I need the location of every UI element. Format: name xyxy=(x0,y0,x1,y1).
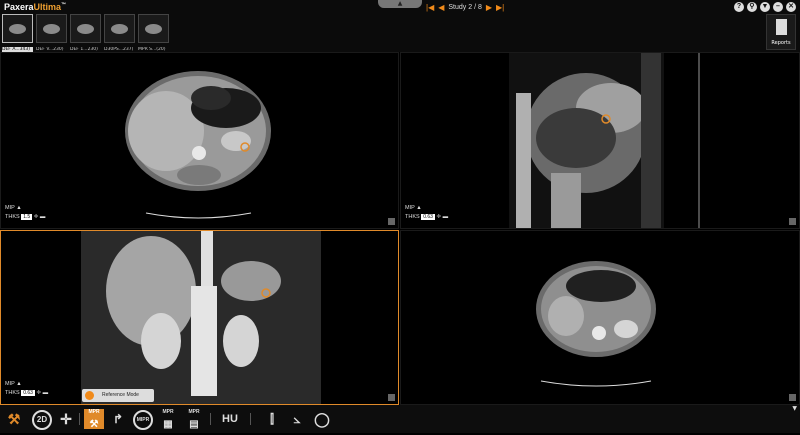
series-thumb[interactable]: DEF A...343) xyxy=(2,14,33,52)
mipr-button[interactable]: MIPR xyxy=(133,410,153,430)
toolbar-divider xyxy=(79,413,80,425)
crosshair-tool-icon[interactable]: ✛ xyxy=(56,409,76,429)
thumb-image xyxy=(70,14,101,43)
warning-icon: ▲ xyxy=(416,205,422,211)
next-study-button[interactable]: ▶ xyxy=(486,3,492,12)
angle-tool-icon[interactable]: ⦣ xyxy=(287,409,307,429)
coronal-ct-image xyxy=(81,231,321,404)
collapse-handle[interactable]: ▲ xyxy=(378,0,422,8)
viewport-sagittal[interactable]: MIP ▲ THKS 0.63 ✛ ▬ xyxy=(400,52,800,229)
mpr-label: MPR xyxy=(162,409,174,415)
curved-mpr-icon[interactable]: ↱ xyxy=(108,409,128,429)
crosshair-icon[interactable]: ✛ xyxy=(36,390,41,396)
search-icon[interactable]: ⚲ xyxy=(747,2,757,12)
study-counter: Study 2 / 8 xyxy=(448,4,482,11)
prev-study-button[interactable]: ◀ xyxy=(438,3,444,12)
top-bar: PaxeraUltima™ ▲ |◀ ◀ Study 2 / 8 ▶ ▶| ? … xyxy=(0,0,800,52)
reports-label: Reports xyxy=(771,40,791,46)
reports-button[interactable]: Reports xyxy=(766,14,796,50)
series-thumb[interactable]: DEF V...230) xyxy=(36,14,67,52)
viewport-menu-button[interactable] xyxy=(388,394,395,401)
thickness-label: THKS xyxy=(5,214,20,220)
mpr-label: MPR xyxy=(188,409,200,415)
thickness-value[interactable]: 0.63 xyxy=(421,214,435,220)
window-controls: ? ⚲ ▼ – ✕ xyxy=(734,2,796,12)
reference-mode-icon xyxy=(85,391,94,400)
study-navigator: |◀ ◀ Study 2 / 8 ▶ ▶| xyxy=(426,2,504,13)
viewport-menu-button[interactable] xyxy=(388,218,395,225)
mode-label: MIP xyxy=(5,381,15,387)
series-thumb[interactable]: MPR S...(20) xyxy=(138,14,169,52)
help-icon[interactable]: ? xyxy=(734,2,744,12)
thumb-image xyxy=(36,14,67,43)
sagittal-ct-image xyxy=(509,53,700,228)
viewport-overlay: MIP ▲ THKS 1.5 ✛ ▬ xyxy=(5,204,45,222)
logo-text-b: Ultima xyxy=(33,2,62,12)
warning-icon: ▲ xyxy=(16,381,22,387)
mode-label: MIP xyxy=(5,205,15,211)
thickness-value[interactable]: 0.63 xyxy=(21,390,35,396)
minus-icon[interactable]: ▬ xyxy=(43,390,49,396)
mode-label: MIP xyxy=(405,205,415,211)
mpr-oblique-button[interactable]: MPR ▤ xyxy=(184,409,204,430)
thickness-label: THKS xyxy=(5,390,20,396)
thickness-label: THKS xyxy=(405,214,420,220)
circle-roi-icon[interactable]: ◯ xyxy=(312,409,332,429)
settings-icon[interactable]: ▼ xyxy=(760,2,770,12)
measure-tool-icon[interactable]: ⫿ xyxy=(262,409,282,429)
thumb-image xyxy=(2,14,33,43)
bottom-toolbar: ⚒ 2D ✛ MPR ⚒ ↱ MIPR MPR ▦ MPR ▤ HU ⫿ ⦣ ◯ xyxy=(0,405,800,433)
series-thumb[interactable]: D30PS...237) xyxy=(104,14,135,52)
reference-mode-tooltip: Reference Mode xyxy=(82,389,154,402)
viewport-menu-button[interactable] xyxy=(789,394,796,401)
viewport-axial[interactable]: MIP ▲ THKS 1.5 ✛ ▬ xyxy=(0,52,399,229)
toolbar-divider xyxy=(210,413,211,425)
logo-text-a: Paxera xyxy=(4,2,34,12)
axial-lower-ct-image xyxy=(536,261,656,387)
report-document-icon xyxy=(776,19,787,35)
crosshair-icon[interactable]: ✛ xyxy=(436,214,441,220)
app-logo: PaxeraUltima™ xyxy=(4,2,66,12)
series-thumb[interactable]: DEF 1...230) xyxy=(70,14,101,52)
viewport-overlay: MIP ▲ THKS 0.63 ✛ ▬ xyxy=(5,380,48,398)
mpr-label: MPR xyxy=(88,409,100,415)
thickness-value[interactable]: 1.5 xyxy=(21,214,33,220)
thumb-image xyxy=(104,14,135,43)
viewport-menu-button[interactable] xyxy=(789,218,796,225)
minus-icon[interactable]: ▬ xyxy=(443,214,449,220)
series-thumbnails: DEF A...343) DEF V...230) DEF 1...230) D… xyxy=(2,14,169,52)
viewport-coronal[interactable]: MIP ▲ THKS 0.63 ✛ ▬ xyxy=(0,230,399,405)
logo-tm: ™ xyxy=(61,2,67,8)
first-study-button[interactable]: |◀ xyxy=(426,3,434,12)
reference-mode-button[interactable]: MPR ⚒ xyxy=(84,409,104,430)
minus-icon[interactable]: ▬ xyxy=(40,214,46,220)
crosshair-icon[interactable]: ✛ xyxy=(34,214,39,220)
minimize-icon[interactable]: – xyxy=(773,2,783,12)
axial-ct-image xyxy=(125,71,271,219)
close-icon[interactable]: ✕ xyxy=(786,2,796,12)
toolbar-divider xyxy=(250,413,251,425)
tooltip-label: Reference Mode xyxy=(102,392,139,398)
viewport-axial-lower[interactable] xyxy=(400,230,800,405)
2d-button[interactable]: 2D xyxy=(32,410,52,430)
hu-button[interactable]: HU xyxy=(220,409,240,429)
expand-arrow-icon[interactable]: ▼ xyxy=(792,405,797,412)
last-study-button[interactable]: ▶| xyxy=(496,3,504,12)
warning-icon: ▲ xyxy=(16,205,22,211)
thumb-image xyxy=(138,14,169,43)
viewport-overlay: MIP ▲ THKS 0.63 ✛ ▬ xyxy=(405,204,448,222)
tools-icon[interactable]: ⚒ xyxy=(4,409,24,429)
mpr-layout-button[interactable]: MPR ▦ xyxy=(158,409,178,430)
